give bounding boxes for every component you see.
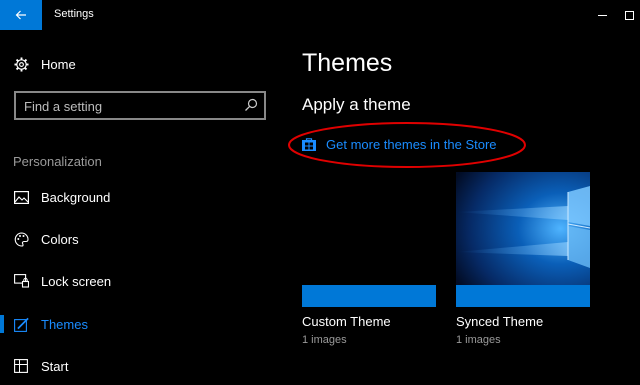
theme-image-count: 1 images — [456, 334, 501, 346]
themes-icon — [13, 316, 29, 332]
store-link[interactable]: Get more themes in the Store — [302, 134, 497, 154]
start-icon — [13, 358, 29, 374]
sidebar-item-themes[interactable]: Themes — [0, 306, 290, 342]
lock-screen-icon — [13, 273, 29, 289]
sidebar-item-background[interactable]: Background — [0, 179, 290, 215]
search-input[interactable] — [24, 98, 234, 114]
sidebar-item-home-label: Home — [41, 56, 76, 72]
search-box[interactable] — [14, 91, 266, 120]
back-button[interactable] — [0, 0, 42, 30]
theme-thumbnail — [302, 172, 436, 285]
sidebar-item-label: Lock screen — [41, 273, 112, 289]
sidebar-item-label: Themes — [41, 316, 88, 332]
sidebar-item-label: Background — [41, 189, 111, 205]
page-title: Themes — [302, 49, 393, 77]
palette-icon — [13, 231, 29, 247]
gear-icon — [13, 56, 29, 72]
maximize-button[interactable] — [618, 0, 640, 30]
theme-card-synced[interactable]: Synced Theme 1 images — [456, 172, 590, 350]
sidebar-item-label: Colors — [41, 231, 79, 247]
sidebar-item-home[interactable]: Home — [0, 46, 290, 82]
back-arrow-icon — [15, 10, 26, 20]
sidebar-item-start[interactable]: Start — [0, 348, 290, 384]
sidebar-item-lock-screen[interactable]: Lock screen — [0, 263, 290, 299]
sidebar-item-label: Start — [41, 358, 69, 374]
window-title: Settings — [54, 8, 94, 20]
theme-color-band — [302, 285, 436, 307]
store-link-label: Get more themes in the Store — [326, 136, 497, 152]
minimize-icon — [597, 14, 607, 16]
section-header: Personalization — [13, 154, 102, 169]
title-bar: Settings — [0, 0, 640, 30]
theme-name: Synced Theme — [456, 314, 544, 329]
theme-card-custom[interactable]: Custom Theme 1 images — [302, 172, 436, 350]
theme-image-count: 1 images — [302, 334, 347, 346]
theme-color-band — [456, 285, 590, 307]
picture-icon — [13, 189, 29, 205]
search-icon[interactable] — [244, 98, 258, 112]
theme-thumbnail — [456, 172, 590, 285]
theme-name: Custom Theme — [302, 314, 391, 329]
maximize-icon — [624, 10, 634, 20]
section-subheading: Apply a theme — [302, 95, 411, 114]
minimize-button[interactable] — [586, 0, 618, 30]
store-icon — [302, 137, 316, 151]
sidebar-item-colors[interactable]: Colors — [0, 221, 290, 257]
